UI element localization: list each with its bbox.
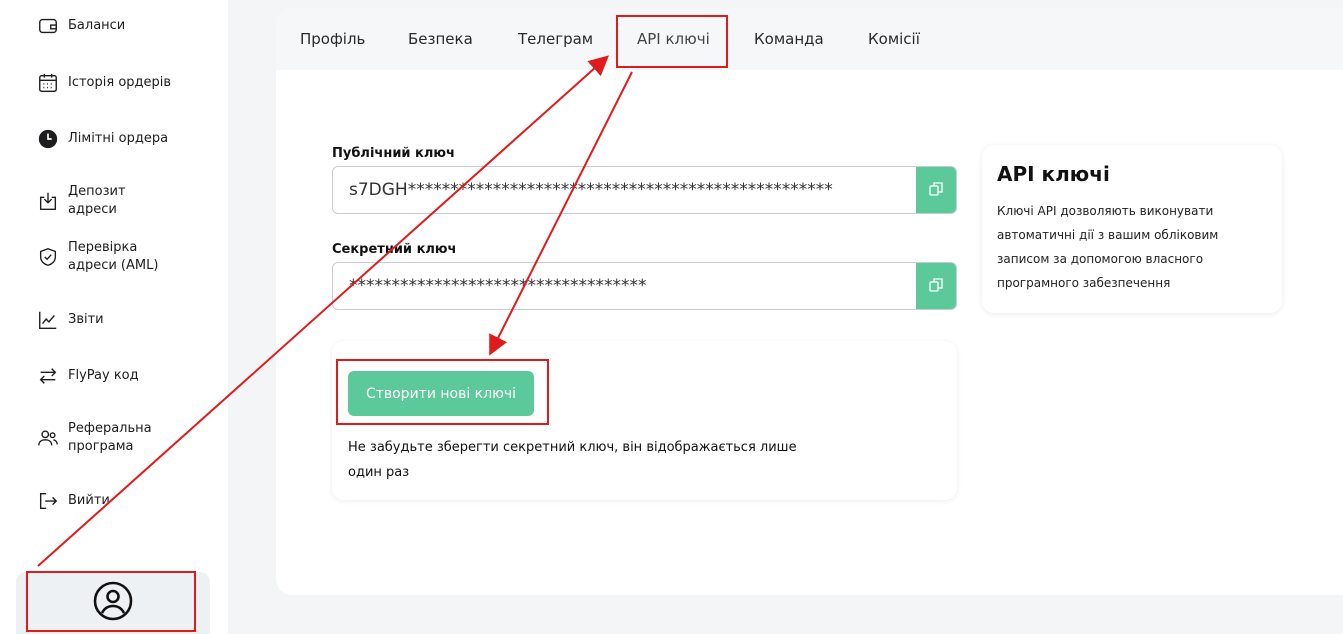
generate-keys-card: Створити нові ключі Не забудьте зберегти…	[332, 341, 957, 500]
sidebar-item-label: Перевірка адреси (AML)	[68, 240, 159, 273]
copy-icon	[928, 181, 944, 201]
deposit-icon	[36, 189, 60, 213]
copy-public-key-button[interactable]	[916, 167, 956, 213]
create-new-keys-button[interactable]: Створити нові ключі	[348, 371, 534, 416]
profile-button[interactable]	[16, 572, 210, 634]
secret-key-value: ***********************************	[349, 276, 647, 296]
tab-fees[interactable]: Комісії	[868, 30, 920, 48]
sidebar-item-limit-orders[interactable]: Лімітні ордера	[36, 127, 178, 151]
sidebar-item-label: Звіти	[68, 312, 104, 327]
sidebar-item-order-history[interactable]: Історія ордерів	[36, 71, 178, 95]
sidebar-item-aml-check[interactable]: Перевірка адреси (AML)	[36, 239, 178, 275]
shield-check-icon	[36, 245, 60, 269]
info-text: Ключі API дозволяють виконувати автомати…	[997, 204, 1219, 290]
sidebar-item-label: FlyPay код	[68, 368, 139, 383]
tab-team[interactable]: Команда	[754, 30, 824, 48]
public-key-label: Публічний ключ	[332, 146, 455, 161]
settings-tabs: Профіль Безпека Телеграм API ключі Коман…	[276, 8, 1343, 70]
chart-icon	[36, 308, 60, 332]
sidebar-item-label: Реферальна програма	[68, 421, 152, 454]
sidebar-item-label: Вийти	[68, 493, 110, 508]
calendar-icon	[36, 71, 60, 95]
transfer-arrows-icon	[36, 364, 60, 388]
sidebar-item-label: Лімітні ордера	[68, 131, 169, 146]
tab-profile[interactable]: Профіль	[300, 30, 365, 48]
public-key-value: s7DGH***********************************…	[349, 180, 833, 200]
sidebar-item-flypay-code[interactable]: FlyPay код	[36, 364, 178, 388]
sidebar-item-reports[interactable]: Звіти	[36, 308, 178, 332]
api-info-card: API ключі Ключі API дозволяють виконуват…	[982, 145, 1282, 313]
copy-secret-key-button[interactable]	[916, 263, 956, 309]
settings-panel: Профіль Безпека Телеграм API ключі Коман…	[276, 8, 1343, 595]
sidebar-item-logout[interactable]: Вийти	[36, 489, 178, 513]
users-icon	[36, 426, 60, 450]
tab-api-keys[interactable]: API ключі	[637, 30, 710, 48]
sidebar-item-balances[interactable]: Баланси	[36, 14, 178, 38]
sidebar-item-label: Баланси	[68, 18, 126, 33]
logout-icon	[36, 489, 60, 513]
secret-key-label: Секретний ключ	[332, 242, 457, 257]
sidebar-item-label: Історія ордерів	[68, 75, 172, 90]
copy-icon	[928, 277, 944, 297]
wallet-icon	[36, 14, 60, 38]
sidebar-item-deposit-addresses[interactable]: Депозит адреси	[36, 183, 178, 219]
info-title: API ключі	[997, 162, 1110, 186]
sidebar: Баланси Історія ордерів Лімітні ордера Д…	[0, 0, 228, 634]
secret-key-field[interactable]: ***********************************	[332, 262, 957, 310]
clock-icon	[36, 127, 60, 151]
tab-security[interactable]: Безпека	[408, 30, 473, 48]
sidebar-item-referral[interactable]: Реферальна програма	[36, 420, 178, 456]
sidebar-item-label: Депозит адреси	[68, 184, 126, 217]
public-key-field[interactable]: s7DGH***********************************…	[332, 166, 957, 214]
tab-telegram[interactable]: Телеграм	[518, 30, 593, 48]
user-circle-icon	[92, 580, 134, 626]
secret-key-warning: Не забудьте зберегти секретний ключ, він…	[348, 440, 797, 480]
